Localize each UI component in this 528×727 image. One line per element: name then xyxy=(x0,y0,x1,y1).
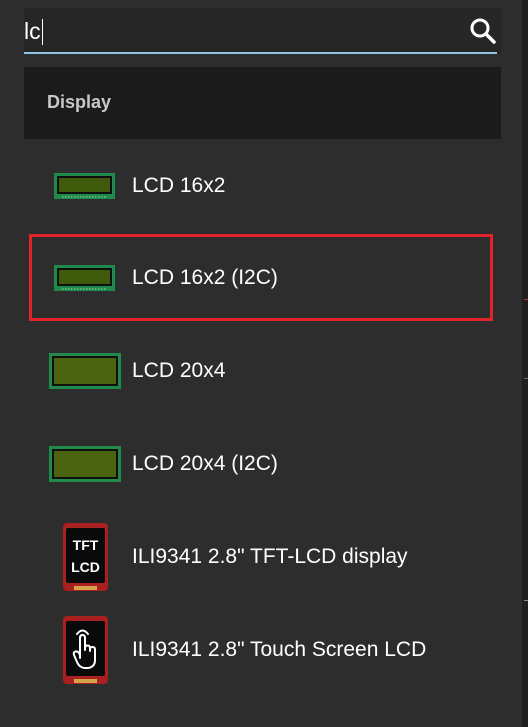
search-input[interactable] xyxy=(24,16,454,46)
text-caret xyxy=(42,19,43,45)
item-label: LCD 20x4 (I2C) xyxy=(132,452,278,475)
touch-screen-icon xyxy=(63,616,108,684)
item-label: ILI9341 2.8" TFT-LCD display xyxy=(132,545,408,568)
lcd-20x4-icon xyxy=(49,353,121,389)
lcd-icon-text: LCD xyxy=(71,559,100,575)
category-label: Display xyxy=(47,92,112,112)
canvas-edge xyxy=(522,0,528,727)
component-search-panel: Display LCD 16x2 LCD 16x2 (I2C) LCD 20x4 xyxy=(0,0,528,727)
search-underline xyxy=(24,52,497,54)
item-label: LCD 16x2 xyxy=(132,174,226,197)
list-item-ili9341-touch-screen[interactable]: ILI9341 2.8" Touch Screen LCD xyxy=(24,610,501,690)
tft-lcd-icon: TFT LCD xyxy=(63,523,108,591)
canvas-wire xyxy=(524,378,528,379)
list-item-lcd-16x2[interactable]: LCD 16x2 xyxy=(24,146,501,226)
search-bar xyxy=(24,8,501,54)
search-icon[interactable] xyxy=(469,17,497,45)
list-item-lcd-16x2-i2c[interactable]: LCD 16x2 (I2C) xyxy=(24,238,501,318)
lcd-20x4-i2c-icon xyxy=(49,446,121,482)
tft-icon-text: TFT xyxy=(73,537,99,553)
lcd-16x2-icon xyxy=(54,173,115,199)
list-item-ili9341-tft-lcd[interactable]: TFT LCD ILI9341 2.8" TFT-LCD display xyxy=(24,517,501,597)
category-header: Display xyxy=(24,67,501,139)
item-label: LCD 20x4 xyxy=(132,359,226,382)
list-item-lcd-20x4[interactable]: LCD 20x4 xyxy=(24,331,501,411)
list-item-lcd-20x4-i2c[interactable]: LCD 20x4 (I2C) xyxy=(24,424,501,504)
item-label: ILI9341 2.8" Touch Screen LCD xyxy=(132,638,427,661)
lcd-16x2-i2c-icon xyxy=(54,265,115,291)
canvas-wire xyxy=(524,600,528,601)
canvas-wire xyxy=(524,299,528,300)
item-label: LCD 16x2 (I2C) xyxy=(132,266,278,289)
